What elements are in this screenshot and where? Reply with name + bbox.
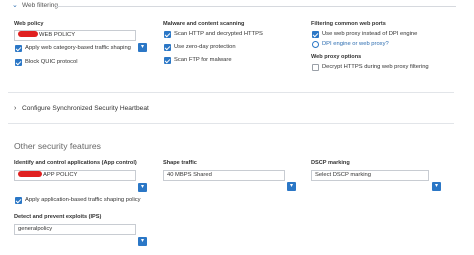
web-policy-value: WEB POLICY	[39, 32, 76, 38]
block-quic-label: Block QUIC protocol	[25, 59, 78, 65]
dscp-dropdown-button[interactable]: ▾	[432, 182, 441, 191]
dscp-select[interactable]: Select DSCP marking	[311, 170, 429, 181]
scan-http-checkbox[interactable]	[164, 31, 171, 38]
web-policy-select[interactable]: WEB POLICY	[14, 30, 136, 41]
other-security-title: Other security features	[14, 141, 101, 151]
chevron-down-icon: ▾	[140, 44, 144, 50]
shape-traffic-label: Shape traffic	[163, 160, 197, 166]
chevron-right-icon[interactable]: ›	[14, 105, 16, 113]
divider	[8, 92, 454, 93]
malware-label: Malware and content scanning	[163, 21, 245, 27]
dscp-value: Select DSCP marking	[315, 172, 371, 178]
chevron-down-icon: ▾	[289, 183, 293, 189]
traffic-shaping-checkbox[interactable]	[15, 45, 22, 52]
ips-value: generalpolicy	[18, 226, 53, 232]
heartbeat-title[interactable]: Configure Synchronized Security Heartbea…	[22, 105, 149, 113]
use-web-proxy-label: Use web proxy instead of DPI engine	[322, 31, 418, 37]
app-control-select[interactable]: APP POLICY	[14, 170, 136, 181]
app-control-label: Identify and control applications (App c…	[14, 160, 137, 166]
traffic-shaping-label: Apply web category-based traffic shaping	[25, 45, 131, 51]
web-policy-dropdown-button[interactable]: ▾	[138, 43, 147, 52]
scan-http-label: Scan HTTP and decrypted HTTPS	[174, 31, 263, 37]
redaction-mark	[18, 31, 38, 37]
app-traffic-shaping-checkbox[interactable]	[15, 197, 22, 204]
scan-ftp-checkbox[interactable]	[164, 57, 171, 64]
proxy-options-label: Web proxy options	[311, 54, 362, 60]
zero-day-label: Use zero-day protection	[174, 44, 236, 50]
filtering-ports-label: Filtering common web ports	[311, 21, 386, 27]
ips-select[interactable]: generalpolicy	[14, 224, 136, 235]
zero-day-checkbox[interactable]	[164, 44, 171, 51]
collapse-chevron-icon[interactable]: ⌄	[12, 2, 20, 10]
use-web-proxy-checkbox[interactable]	[312, 31, 319, 38]
web-policy-label: Web policy	[14, 21, 44, 27]
chevron-down-icon: ▾	[140, 238, 144, 244]
web-filtering-title: Web filtering	[22, 2, 59, 9]
divider	[56, 6, 456, 7]
dscp-label: DSCP marking	[311, 160, 350, 166]
shape-traffic-value: 40 MBPS Shared	[167, 172, 212, 178]
chevron-down-icon: ▾	[140, 184, 144, 190]
chevron-down-icon: ▾	[434, 183, 438, 189]
scan-ftp-label: Scan FTP for malware	[174, 57, 232, 63]
shape-traffic-dropdown-button[interactable]: ▾	[287, 182, 296, 191]
divider	[8, 123, 454, 124]
redaction-mark	[18, 171, 42, 177]
ips-label: Detect and prevent exploits (IPS)	[14, 214, 102, 220]
dpi-help-radio-icon[interactable]	[312, 41, 319, 48]
dpi-help-link[interactable]: DPI engine or web proxy?	[322, 41, 389, 48]
web-filtering-header[interactable]: ⌄ Web filtering	[0, 0, 474, 14]
shape-traffic-select[interactable]: 40 MBPS Shared	[163, 170, 285, 181]
app-traffic-shaping-label: Apply application-based traffic shaping …	[25, 197, 141, 203]
app-control-value: APP POLICY	[43, 172, 78, 178]
app-control-dropdown-button[interactable]: ▾	[138, 183, 147, 192]
decrypt-https-label: Decrypt HTTPS during web proxy filtering	[322, 64, 429, 70]
decrypt-https-checkbox[interactable]	[312, 64, 319, 71]
block-quic-checkbox[interactable]	[15, 59, 22, 66]
ips-dropdown-button[interactable]: ▾	[138, 237, 147, 246]
